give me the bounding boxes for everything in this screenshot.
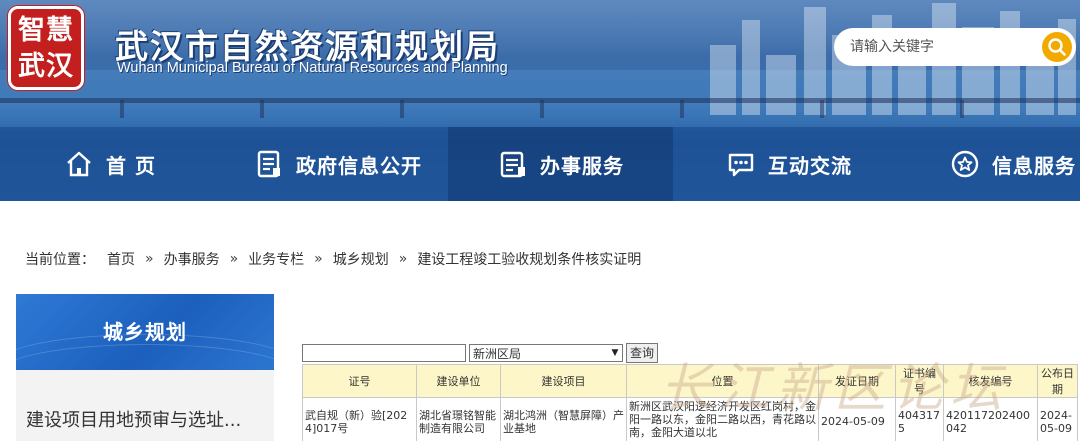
column-header: 发证日期 bbox=[818, 364, 896, 398]
breadcrumb-lead: 当前位置： bbox=[25, 252, 95, 268]
breadcrumb-link-home[interactable]: 首页 bbox=[107, 249, 135, 269]
sidebar-heading: 城乡规划 bbox=[16, 294, 274, 370]
search-icon bbox=[1048, 38, 1066, 56]
breadcrumb-separator: » bbox=[314, 251, 323, 267]
table-header-row: 证号 建设单位 建设项目 位置 发证日期 证书编号 核发编号 公布日期 bbox=[302, 364, 1078, 398]
header-banner: 智慧 武汉 武汉市自然资源和规划局 Wuhan Municipal Bureau… bbox=[0, 0, 1080, 201]
table-row[interactable]: 武自规（新）验[2024]017号 湖北省璟铭智能制造有限公司 湖北鸿洲（智慧屏… bbox=[302, 397, 1078, 441]
column-header: 证号 bbox=[302, 364, 417, 398]
service-icon bbox=[500, 151, 525, 178]
cell-location: 新洲区武汉阳逻经济开发区红岗村，金阳一路以东，金阳二路以西，青花路以南，金阳大道… bbox=[626, 397, 819, 441]
column-header: 核发编号 bbox=[943, 364, 1038, 398]
breadcrumb-link-planning[interactable]: 城乡规划 bbox=[333, 249, 389, 269]
home-icon bbox=[67, 151, 91, 177]
breadcrumb-separator: » bbox=[229, 251, 239, 267]
search-input[interactable] bbox=[850, 36, 1030, 58]
logo-line-2: 武汉 bbox=[18, 51, 74, 82]
smart-wuhan-logo[interactable]: 智慧 武汉 bbox=[8, 6, 84, 90]
breadcrumb-separator: » bbox=[145, 251, 154, 267]
sidebar-menu: 建设项目用地预审与选址... bbox=[16, 370, 274, 441]
header-search bbox=[834, 28, 1076, 66]
breadcrumb-separator: » bbox=[398, 251, 408, 267]
search-button[interactable] bbox=[1042, 32, 1072, 62]
district-select[interactable]: 新洲区局 ▼ bbox=[469, 344, 623, 362]
nav-label: 互动交流 bbox=[768, 153, 852, 178]
bridge-graphic bbox=[0, 92, 1080, 118]
column-header: 证书编号 bbox=[895, 364, 944, 398]
district-select-value: 新洲区局 bbox=[473, 346, 522, 361]
certificate-table: 证号 建设单位 建设项目 位置 发证日期 证书编号 核发编号 公布日期 武自规（… bbox=[302, 364, 1078, 441]
document-icon bbox=[257, 150, 280, 178]
star-icon bbox=[951, 150, 979, 178]
breadcrumb-link-services[interactable]: 办事服务 bbox=[164, 249, 220, 269]
main-nav: 首 页 政府信息公开 办事服务 互动交流 信息服务 bbox=[0, 127, 1080, 201]
breadcrumb: 当前位置： 首页 » 办事服务 » 业务专栏 » 城乡规划 » 建设工程竣工验收… bbox=[25, 249, 641, 269]
logo-line-1: 智慧 bbox=[18, 15, 74, 46]
query-button[interactable]: 查询 bbox=[626, 343, 658, 363]
column-header: 位置 bbox=[626, 364, 819, 398]
cell-issue-date: 2024-05-09 bbox=[818, 397, 896, 441]
chevron-down-icon: ▼ bbox=[611, 348, 619, 358]
cell-publish-date: 2024-05-09 bbox=[1037, 397, 1078, 441]
cell-issue-code: 420117202400042 bbox=[943, 397, 1038, 441]
nav-item-services[interactable]: 办事服务 bbox=[448, 127, 673, 201]
breadcrumb-current[interactable]: 建设工程竣工验收规划条件核实证明 bbox=[417, 249, 641, 269]
breadcrumb-link-business[interactable]: 业务专栏 bbox=[248, 249, 304, 269]
nav-item-home[interactable]: 首 页 bbox=[64, 127, 214, 201]
nav-label: 办事服务 bbox=[540, 153, 624, 178]
sidebar-item-land-preview[interactable]: 建设项目用地预审与选址... bbox=[26, 406, 241, 432]
sidebar-heading-text: 城乡规划 bbox=[103, 320, 187, 344]
column-header: 公布日期 bbox=[1037, 364, 1078, 398]
chat-icon bbox=[728, 153, 754, 177]
cell-cert-code: 4043175 bbox=[895, 397, 944, 441]
keyword-input[interactable] bbox=[302, 344, 466, 362]
nav-label: 信息服务 bbox=[992, 153, 1076, 178]
nav-label: 政府信息公开 bbox=[296, 153, 422, 178]
site-subtitle: Wuhan Municipal Bureau of Natural Resour… bbox=[117, 60, 508, 76]
nav-label: 首 页 bbox=[106, 153, 156, 178]
nav-item-info-service[interactable]: 信息服务 bbox=[950, 127, 1080, 201]
nav-item-interaction[interactable]: 互动交流 bbox=[726, 127, 886, 201]
cell-project: 湖北鸿洲（智慧屏障）产业基地 bbox=[500, 397, 627, 441]
cell-cert-number[interactable]: 武自规（新）验[2024]017号 bbox=[302, 397, 417, 441]
column-header: 建设项目 bbox=[500, 364, 627, 398]
cell-builder: 湖北省璟铭智能制造有限公司 bbox=[416, 397, 501, 441]
nav-item-gov-info[interactable]: 政府信息公开 bbox=[254, 127, 444, 201]
column-header: 建设单位 bbox=[416, 364, 501, 398]
